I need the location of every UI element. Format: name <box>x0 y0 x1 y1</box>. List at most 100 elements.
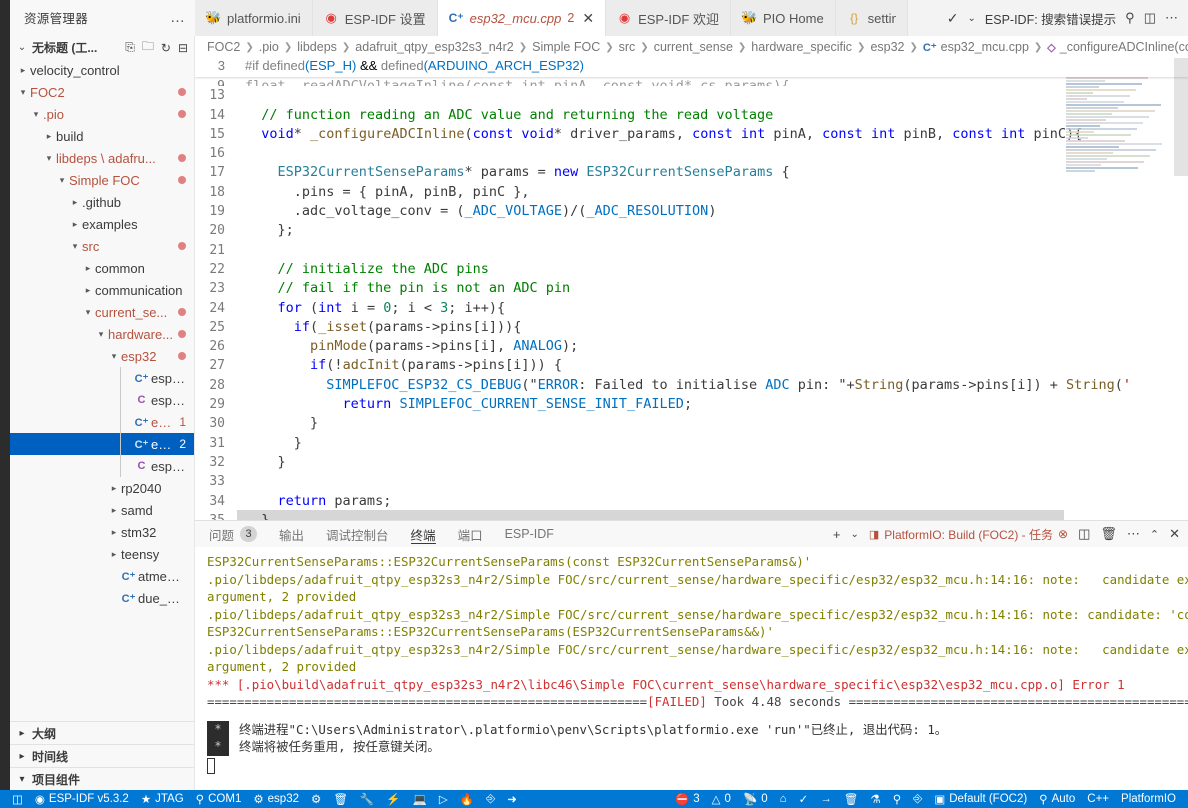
status-item-right-9[interactable]: ⎆ <box>907 790 928 808</box>
status-item-right-8[interactable]: ⚲ <box>887 790 907 808</box>
code-line-13[interactable]: 13 <box>195 86 1188 105</box>
status-item-left-11[interactable]: 🔥 <box>454 790 480 808</box>
terminal-output[interactable]: ESP32CurrentSenseParams::ESP32CurrentSen… <box>195 547 1188 790</box>
esp-idf-search-error-hint[interactable]: ESP-IDF: 搜索错误提示 <box>985 9 1116 28</box>
panel-tab-终端[interactable]: 终端 <box>410 521 436 547</box>
status-item-left-2[interactable]: ★ JTAG <box>135 790 190 808</box>
tree-item-libdeps-adafru-[interactable]: ▾ libdeps \ adafru... <box>10 147 194 169</box>
code-line-28[interactable]: 28 SIMPLEFOC_ESP32_CS_DEBUG("ERROR: Fail… <box>195 376 1188 395</box>
status-item-right-3[interactable]: ⌂ <box>774 790 793 808</box>
chevron-down-icon[interactable]: ⌄ <box>968 13 976 24</box>
tree-item-esp32-mcu-h[interactable]: C esp32_mcu.h <box>10 455 194 477</box>
new-folder-icon[interactable]: 🗀 <box>142 37 154 58</box>
breadcrumb-item-9[interactable]: C⁺ esp32_mcu.cpp <box>923 40 1029 54</box>
tree-item-stm32[interactable]: ▸ stm32 <box>10 521 194 543</box>
status-item-right-4[interactable]: ✓ <box>793 790 815 808</box>
breadcrumb-item-10[interactable]: ◇_configureADCInline(cons <box>1047 40 1188 54</box>
chevron-down-icon[interactable]: ⌄ <box>16 42 28 53</box>
breadcrumb-item-0[interactable]: FOC2 <box>207 40 240 54</box>
sidebar-section-大纲[interactable]: ▸ 大纲 <box>10 721 194 744</box>
new-file-icon[interactable]: ⎘ <box>125 40 135 55</box>
tree-item-hardware-[interactable]: ▾ hardware... <box>10 323 194 345</box>
chevron-down-icon[interactable]: ▾ <box>16 87 30 98</box>
code-line-19[interactable]: 19 .adc_voltage_conv = (_ADC_VOLTAGE)/(_… <box>195 202 1188 221</box>
breadcrumb-item-3[interactable]: adafruit_qtpy_esp32s3_n4r2 <box>355 40 513 54</box>
chevron-right-icon[interactable]: ▸ <box>81 285 95 296</box>
chevron-down-icon[interactable]: ▾ <box>42 153 56 164</box>
status-item-left-7[interactable]: 🔧 <box>354 790 380 808</box>
tree-item--github[interactable]: ▸ .github <box>10 191 194 213</box>
breadcrumb-item-7[interactable]: hardware_specific <box>751 40 852 54</box>
tree-item-esp32-adc-d-[interactable]: C⁺ esp32_adc_d... <box>10 367 194 389</box>
status-item-left-13[interactable]: ➜ <box>501 790 523 808</box>
editor-tab-1[interactable]: ◉ ESP-IDF 设置 <box>312 0 438 36</box>
status-item-left-12[interactable]: ⎆ <box>480 790 501 808</box>
tree-item-current-se-[interactable]: ▾ current_se... <box>10 301 194 323</box>
tree-item-simple-foc[interactable]: ▾ Simple FOC <box>10 169 194 191</box>
code-line-30[interactable]: 30 } <box>195 414 1188 433</box>
tree-item-examples[interactable]: ▸ examples <box>10 213 194 235</box>
status-item-left-9[interactable]: 💻 <box>407 790 433 808</box>
more-actions-icon[interactable]: ⋯ <box>1127 526 1140 542</box>
code-line-20[interactable]: 20 }; <box>195 221 1188 240</box>
tree-item-esp32-[interactable]: C⁺ esp32_... 2 <box>10 433 194 455</box>
status-item-left-6[interactable]: 🗑 <box>327 790 354 808</box>
chevron-right-icon[interactable]: ▸ <box>107 505 121 516</box>
editor-tab-3[interactable]: ◉ ESP-IDF 欢迎 <box>606 0 731 36</box>
status-item-right-12[interactable]: C++ <box>1081 790 1115 808</box>
tree-item-esp32[interactable]: ▾ esp32 <box>10 345 194 367</box>
code-line-22[interactable]: 22 // initialize the ADC pins <box>195 260 1188 279</box>
tree-item-velocity-control[interactable]: ▸ velocity_control <box>10 59 194 81</box>
status-item-left-3[interactable]: ⚲ COM1 <box>190 790 248 808</box>
status-item-left-8[interactable]: ⚡ <box>380 790 406 808</box>
more-actions-icon[interactable]: ⋯ <box>1165 10 1178 26</box>
code-line-33[interactable]: 33 <box>195 472 1188 491</box>
code-editor[interactable]: 9 float _readADCVoltageInline(const int … <box>195 58 1188 520</box>
chevron-right-icon[interactable]: ▸ <box>68 219 82 230</box>
code-line-21[interactable]: 21 <box>195 241 1188 260</box>
chevron-down-icon[interactable]: ▾ <box>81 307 95 318</box>
tree-item--pio[interactable]: ▾ .pio <box>10 103 194 125</box>
chevron-right-icon[interactable]: ▸ <box>81 263 95 274</box>
explorer-more-icon[interactable]: … <box>170 10 185 25</box>
tree-item-build[interactable]: ▸ build <box>10 125 194 147</box>
tree-item-teensy[interactable]: ▸ teensy <box>10 543 194 565</box>
chevron-down-icon[interactable]: ▾ <box>55 175 69 186</box>
sticky-scroll-line[interactable]: 3 #if defined(ESP_H) && defined(ARDUINO_… <box>195 58 1188 78</box>
tree-item-samd[interactable]: ▸ samd <box>10 499 194 521</box>
status-item-right-13[interactable]: PlatformIO <box>1115 790 1182 808</box>
breadcrumb-item-2[interactable]: libdeps <box>297 40 337 54</box>
chevron-right-icon[interactable]: ▸ <box>16 65 30 76</box>
breadcrumb-item-4[interactable]: Simple FOC <box>532 40 600 54</box>
panel-tab-ESP-IDF[interactable]: ESP-IDF <box>505 521 554 547</box>
chevron-right-icon[interactable]: ▸ <box>107 527 121 538</box>
code-line-29[interactable]: 29 return SIMPLEFOC_CURRENT_SENSE_INIT_F… <box>195 395 1188 414</box>
code-line-17[interactable]: 17 ESP32CurrentSenseParams* params = new… <box>195 163 1188 182</box>
panel-tab-输出[interactable]: 输出 <box>279 521 304 547</box>
panel-tab-调试控制台[interactable]: 调试控制台 <box>326 521 389 547</box>
editor-vertical-scrollbar[interactable] <box>1174 58 1188 176</box>
status-item-right-10[interactable]: ▣ Default (FOC2) <box>928 790 1033 808</box>
chevron-right-icon[interactable]: ▸ <box>68 197 82 208</box>
code-line-18[interactable]: 18 .pins = { pinA, pinB, pinC }, <box>195 183 1188 202</box>
active-terminal-selector[interactable]: ◨ PlatformIO: Build (FOC2) - 任务 ⊗ <box>869 526 1068 543</box>
chevron-down-icon[interactable]: ▾ <box>16 774 28 785</box>
chevron-right-icon[interactable]: ▸ <box>16 728 28 739</box>
tree-item-esp32-[interactable]: C⁺ esp32_... 1 <box>10 411 194 433</box>
collapse-all-icon[interactable]: ⊟ <box>178 41 188 55</box>
breadcrumb-item-5[interactable]: src <box>619 40 636 54</box>
status-item-right-2[interactable]: 📡 0 <box>737 790 774 808</box>
chevron-right-icon[interactable]: ▸ <box>107 483 121 494</box>
breadcrumb-item-1[interactable]: .pio <box>259 40 279 54</box>
chevron-right-icon[interactable]: ▸ <box>16 751 28 762</box>
code-line-24[interactable]: 24 for (int i = 0; i < 3; i++){ <box>195 299 1188 318</box>
chevron-right-icon[interactable]: ▸ <box>42 131 56 142</box>
breadcrumb-item-8[interactable]: esp32 <box>870 40 904 54</box>
code-line-27[interactable]: 27 if(!adcInit(params->pins[i])) { <box>195 356 1188 375</box>
code-line-14[interactable]: 14 // function reading an ADC value and … <box>195 106 1188 125</box>
tree-item-rp2040[interactable]: ▸ rp2040 <box>10 477 194 499</box>
panel-tab-端口[interactable]: 端口 <box>458 521 483 547</box>
tree-item-src[interactable]: ▾ src <box>10 235 194 257</box>
status-item-right-0[interactable]: ⛔ 3 <box>669 790 706 808</box>
status-item-left-4[interactable]: ⚙ esp32 <box>247 790 305 808</box>
